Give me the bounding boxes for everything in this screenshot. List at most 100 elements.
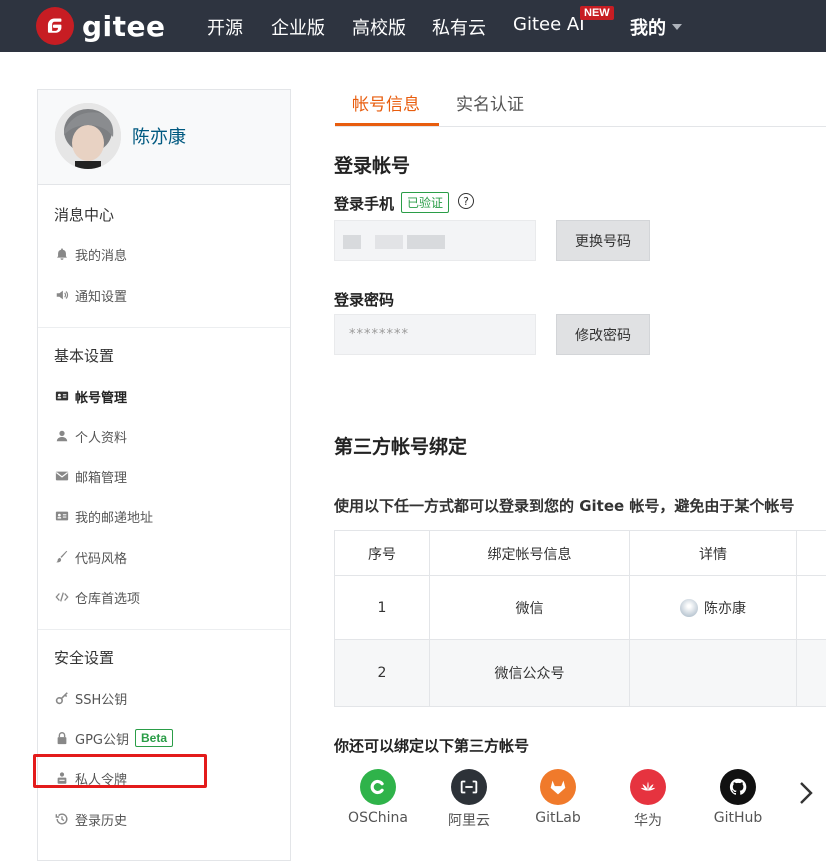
id-card-icon — [54, 389, 70, 403]
section-title-basic: 基本设置 — [54, 347, 115, 365]
sidebar-item-label: GPG公钥 — [75, 732, 129, 748]
settings-sidebar: 陈亦康 消息中心 我的消息 通知设置 基本设置 帐号管理 个人资料 邮箱管理 我… — [37, 89, 291, 861]
active-tab-indicator — [335, 123, 439, 126]
settings-tabs: 帐号信息 实名认证 — [335, 80, 826, 127]
bell-icon — [54, 247, 70, 261]
section-title-messages: 消息中心 — [54, 206, 115, 224]
nav-enterprise[interactable]: 企业版 — [271, 14, 325, 40]
sidebar-item-label: 代码风格 — [75, 551, 128, 567]
row-account: 微信 — [430, 576, 630, 640]
sidebar-item-address[interactable]: 我的邮递地址 — [54, 505, 153, 527]
sidebar-item-label: SSH公钥 — [75, 692, 128, 708]
section-title-security: 安全设置 — [54, 649, 115, 667]
sidebar-item-label: 登录历史 — [75, 813, 128, 829]
change-password-button[interactable]: 修改密码 — [556, 314, 650, 355]
sidebar-item-login-history[interactable]: 登录历史 — [54, 808, 127, 830]
third-party-description: 使用以下任一方式都可以登录到您的 Gitee 帐号，避免由于某个帐号 — [334, 497, 795, 515]
highlight-annotation — [33, 754, 207, 788]
bound-accounts-table: 序号 绑定帐号信息 详情 1 微信 陈亦康 2 微信公众号 — [334, 530, 826, 707]
provider-aliyun[interactable]: 阿里云 — [434, 769, 504, 830]
lock-icon — [54, 731, 70, 745]
envelope-icon — [54, 469, 70, 483]
nav-me-label: 我的 — [630, 18, 666, 39]
user-name[interactable]: 陈亦康 — [132, 123, 186, 149]
third-party-title: 第三方帐号绑定 — [334, 436, 468, 458]
address-card-icon — [54, 509, 70, 523]
sidebar-item-ssh-keys[interactable]: SSH公钥 — [54, 687, 127, 709]
sidebar-item-label: 仓库首选项 — [75, 591, 141, 607]
chevron-down-icon — [672, 24, 682, 30]
beta-badge: Beta — [135, 729, 174, 747]
table-header-row: 序号 绑定帐号信息 详情 — [335, 531, 826, 576]
row-detail: 陈亦康 — [630, 576, 797, 640]
provider-huawei[interactable]: 华为 — [613, 769, 683, 830]
row-detail — [630, 640, 797, 706]
header-detail: 详情 — [630, 531, 797, 576]
tab-real-name-auth[interactable]: 实名认证 — [456, 90, 524, 115]
github-icon — [720, 769, 756, 805]
oschina-icon — [360, 769, 396, 805]
tab-account-info[interactable]: 帐号信息 — [352, 90, 420, 115]
brush-icon — [54, 550, 70, 564]
nav-me-dropdown[interactable]: 我的 — [630, 14, 682, 40]
nav-gitee-ai[interactable]: Gitee AI — [513, 14, 585, 35]
masked-text — [375, 235, 403, 249]
password-label: 登录密码 — [334, 291, 395, 309]
provider-label: 阿里云 — [448, 813, 490, 829]
provider-label: GitHub — [713, 810, 763, 826]
provider-oschina[interactable]: OSChina — [343, 769, 413, 826]
section-divider — [38, 629, 290, 630]
phone-field — [334, 220, 536, 261]
avatar — [680, 599, 698, 617]
sidebar-item-my-messages[interactable]: 我的消息 — [54, 243, 127, 265]
sidebar-item-label: 我的消息 — [75, 248, 128, 264]
sidebar-item-label: 我的邮递地址 — [75, 510, 154, 526]
speaker-icon — [54, 288, 70, 302]
masked-text — [343, 235, 361, 249]
sidebar-item-code-style[interactable]: 代码风格 — [54, 546, 127, 568]
masked-text — [407, 235, 445, 249]
top-navbar: gitee 开源 企业版 高校版 私有云 Gitee AI NEW 我的 — [0, 0, 826, 52]
user-card: 陈亦康 — [38, 90, 290, 185]
provider-label: 华为 — [634, 813, 662, 829]
section-divider — [38, 327, 290, 328]
sidebar-item-label: 邮箱管理 — [75, 470, 128, 486]
login-account-title: 登录帐号 — [334, 155, 411, 177]
brand-name: gitee — [82, 9, 166, 43]
sidebar-item-notification-settings[interactable]: 通知设置 — [54, 284, 127, 306]
provider-github[interactable]: GitHub — [703, 769, 773, 826]
table-row: 1 微信 陈亦康 — [335, 576, 826, 640]
header-account: 绑定帐号信息 — [430, 531, 630, 576]
help-icon[interactable]: ? — [458, 193, 474, 209]
row-detail-name: 陈亦康 — [704, 601, 746, 617]
code-icon — [54, 590, 70, 604]
gitee-logo-icon — [36, 7, 74, 45]
gitlab-icon — [540, 769, 576, 805]
row-account: 微信公众号 — [430, 640, 630, 706]
gitee-logo[interactable]: gitee — [36, 7, 166, 45]
sidebar-item-account-management[interactable]: 帐号管理 — [54, 385, 127, 407]
header-index: 序号 — [335, 531, 430, 576]
sidebar-item-label: 个人资料 — [75, 430, 128, 446]
huawei-icon — [630, 769, 666, 805]
sidebar-item-gpg-keys[interactable]: GPG公钥 Beta — [54, 727, 174, 749]
provider-gitlab[interactable]: GitLab — [523, 769, 593, 826]
change-phone-button[interactable]: 更换号码 — [556, 220, 650, 261]
sidebar-item-repo-preferences[interactable]: 仓库首选项 — [54, 586, 140, 608]
sidebar-item-label: 帐号管理 — [75, 390, 128, 406]
new-badge: NEW — [580, 6, 614, 20]
sidebar-item-profile[interactable]: 个人资料 — [54, 425, 127, 447]
history-icon — [54, 812, 70, 826]
chevron-right-icon[interactable] — [796, 779, 818, 807]
aliyun-icon — [451, 769, 487, 805]
key-icon — [54, 691, 70, 705]
phone-label: 登录手机 — [334, 195, 395, 213]
sidebar-item-email[interactable]: 邮箱管理 — [54, 465, 127, 487]
avatar[interactable] — [55, 103, 121, 169]
password-field: ******** — [334, 314, 536, 355]
nav-private-cloud[interactable]: 私有云 — [432, 14, 486, 40]
password-value: ******** — [349, 327, 409, 342]
nav-open-source[interactable]: 开源 — [207, 14, 243, 40]
provider-label: OSChina — [348, 810, 408, 826]
nav-education[interactable]: 高校版 — [352, 14, 406, 40]
